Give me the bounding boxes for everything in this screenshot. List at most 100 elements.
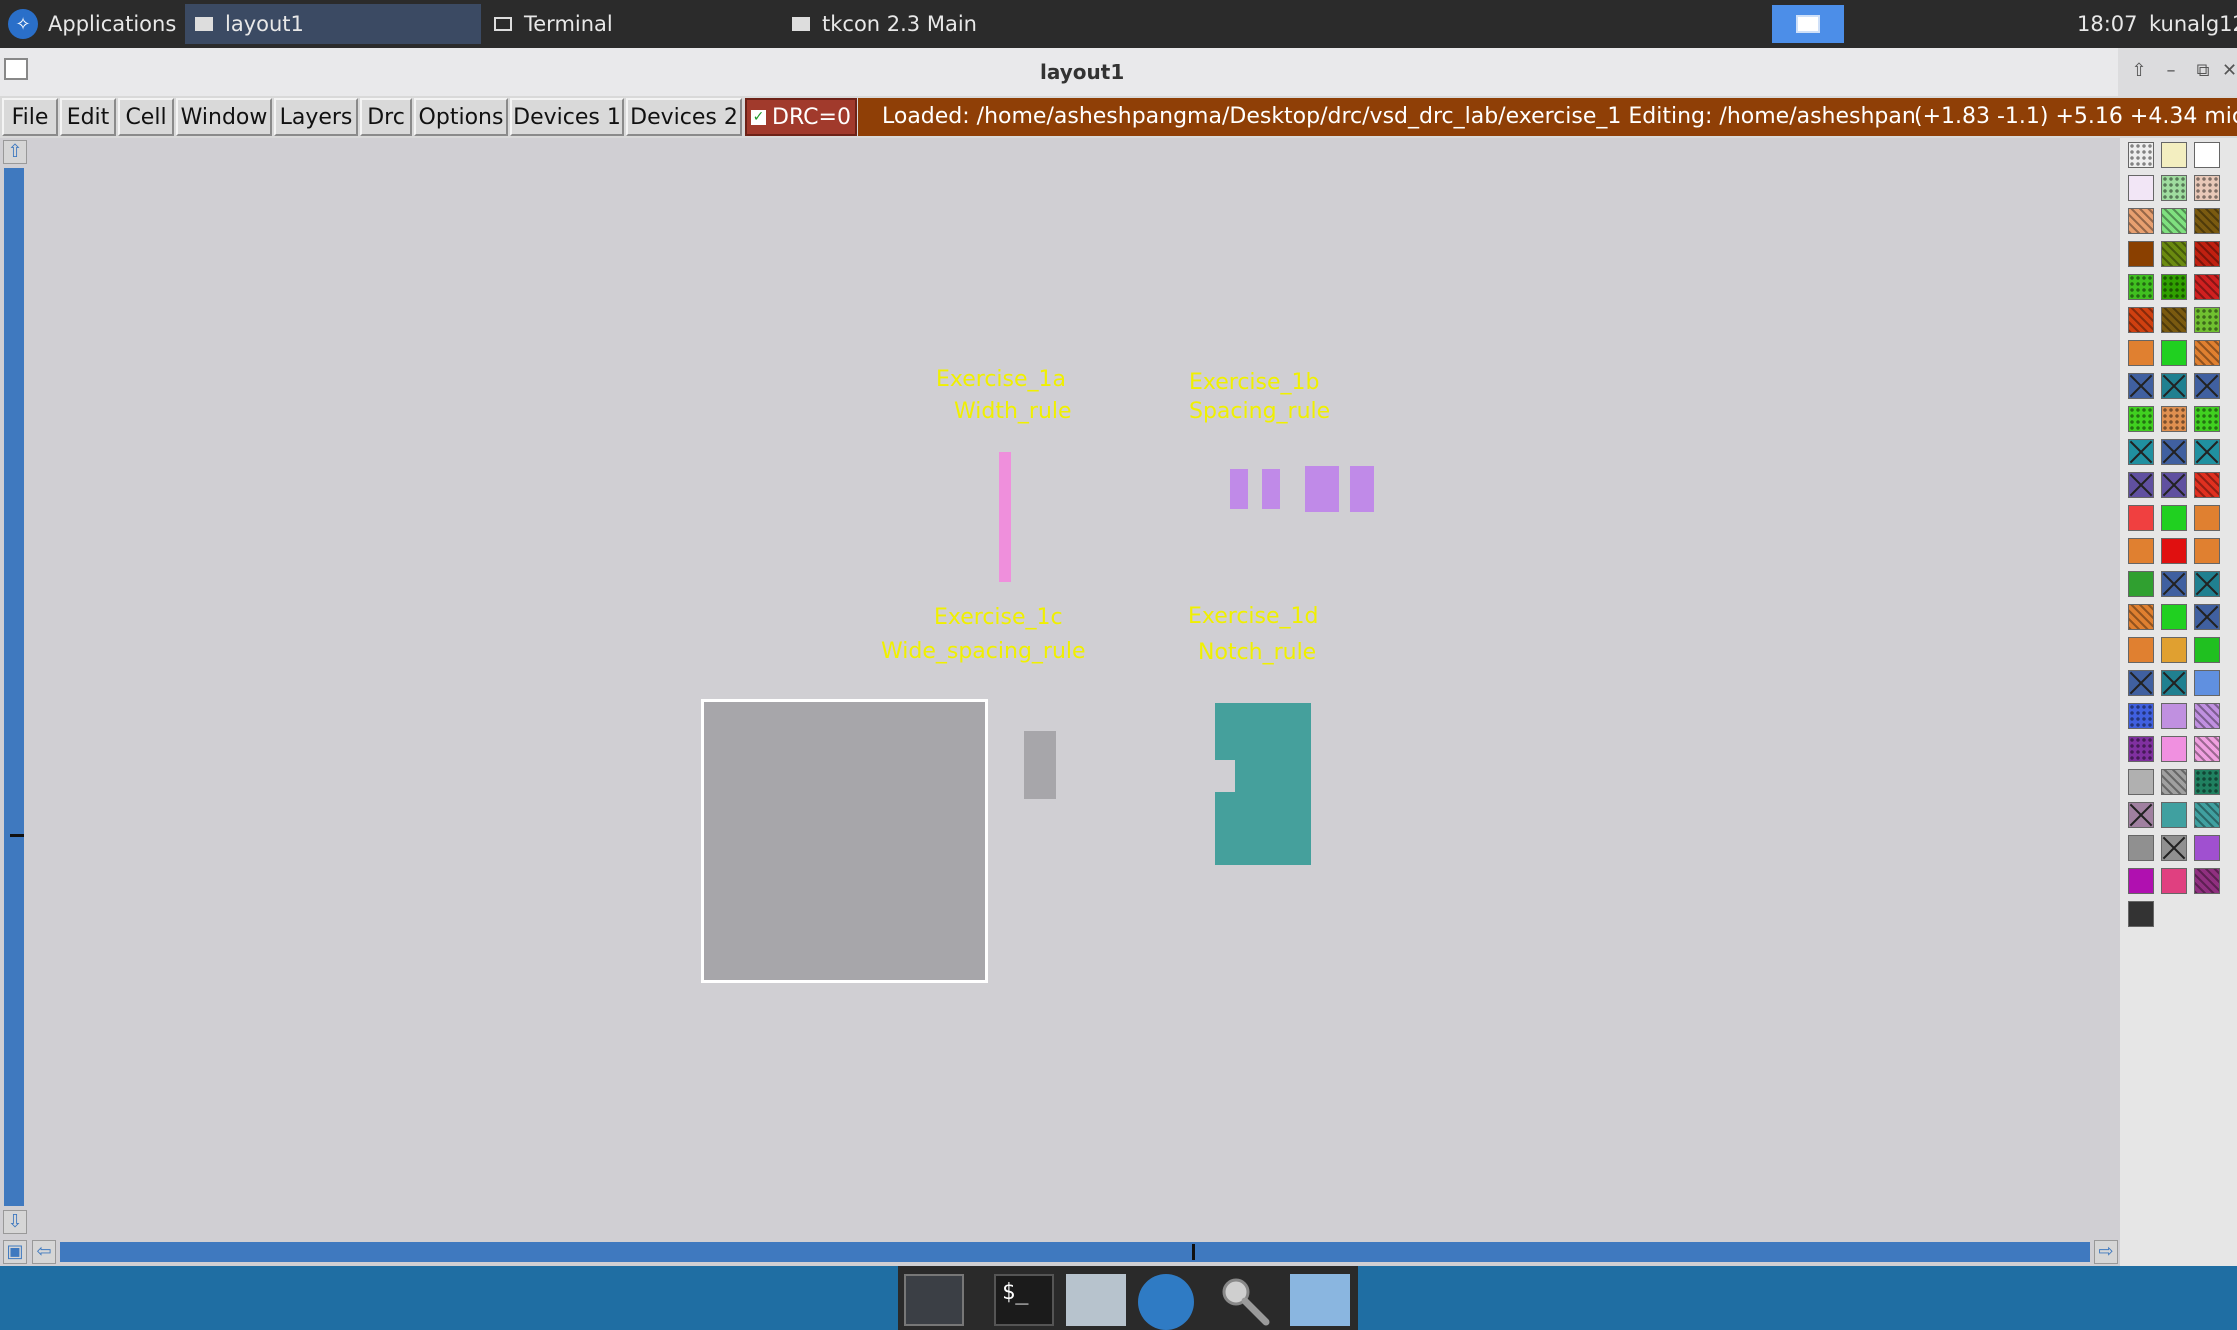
applications-menu-button[interactable]: ✧ Applications: [0, 0, 176, 48]
layer-swatch[interactable]: [2161, 505, 2187, 531]
maximize-icon[interactable]: ⧉: [2190, 58, 2216, 84]
zoom-box-icon[interactable]: ▣: [3, 1240, 27, 1264]
layer-swatch[interactable]: [2161, 670, 2187, 696]
layer-swatch[interactable]: [2128, 472, 2154, 498]
spacing-rule-shape-4[interactable]: [1350, 466, 1374, 512]
layer-swatch[interactable]: [2194, 868, 2220, 894]
layer-swatch[interactable]: [2161, 736, 2187, 762]
minimize-icon[interactable]: –: [2158, 58, 2184, 84]
layer-swatch[interactable]: [2128, 307, 2154, 333]
layer-swatch[interactable]: [2161, 406, 2187, 432]
layer-swatch[interactable]: [2194, 208, 2220, 234]
taskbar-item-terminal[interactable]: Terminal: [484, 4, 780, 44]
show-desktop-button[interactable]: [1772, 5, 1844, 43]
layer-swatch[interactable]: [2128, 439, 2154, 465]
layer-swatch[interactable]: [2161, 538, 2187, 564]
folder-icon[interactable]: [1290, 1274, 1350, 1326]
layer-swatch[interactable]: [2194, 670, 2220, 696]
layer-swatch[interactable]: [2194, 703, 2220, 729]
window-menu-icon[interactable]: [4, 58, 28, 80]
layer-swatch[interactable]: [2194, 439, 2220, 465]
menu-edit[interactable]: Edit: [60, 98, 116, 136]
layer-swatch[interactable]: [2194, 736, 2220, 762]
layer-swatch[interactable]: [2128, 142, 2154, 168]
layer-swatch[interactable]: [2161, 835, 2187, 861]
layer-swatch[interactable]: [2161, 373, 2187, 399]
layer-swatch[interactable]: [2128, 901, 2154, 927]
shade-icon[interactable]: ⇧: [2126, 58, 2152, 84]
vertical-scroll-thumb[interactable]: [10, 834, 24, 837]
menu-file[interactable]: File: [2, 98, 58, 136]
clock[interactable]: 18:07: [2077, 0, 2138, 48]
spacing-rule-shape-3[interactable]: [1305, 466, 1339, 512]
layer-swatch[interactable]: [2161, 703, 2187, 729]
layer-swatch[interactable]: [2128, 208, 2154, 234]
menu-layers[interactable]: Layers: [274, 98, 358, 136]
layer-swatch[interactable]: [2161, 142, 2187, 168]
layer-swatch[interactable]: [2161, 472, 2187, 498]
wide-spacing-small-shape[interactable]: [1024, 731, 1056, 799]
layer-swatch[interactable]: [2194, 604, 2220, 630]
menu-drc[interactable]: Drc: [360, 98, 412, 136]
drc-toggle-button[interactable]: ✓ DRC=0: [745, 98, 857, 136]
layer-swatch[interactable]: [2194, 142, 2220, 168]
terminal-icon[interactable]: $_: [994, 1274, 1054, 1326]
layer-swatch[interactable]: [2161, 340, 2187, 366]
horizontal-scroll-thumb[interactable]: [1192, 1244, 1195, 1260]
close-icon[interactable]: ✕: [2222, 58, 2237, 84]
layer-swatch[interactable]: [2128, 538, 2154, 564]
home-folder-icon[interactable]: [1066, 1274, 1126, 1326]
menu-options[interactable]: Options: [414, 98, 508, 136]
layer-swatch[interactable]: [2194, 505, 2220, 531]
layer-swatch[interactable]: [2161, 307, 2187, 333]
layer-swatch[interactable]: [2128, 736, 2154, 762]
layer-swatch[interactable]: [2194, 406, 2220, 432]
layer-swatch[interactable]: [2194, 538, 2220, 564]
layer-swatch[interactable]: [2161, 802, 2187, 828]
taskbar-item-tkcon[interactable]: tkcon 2.3 Main: [782, 4, 1078, 44]
layer-swatch[interactable]: [2128, 868, 2154, 894]
layer-swatch[interactable]: [2194, 175, 2220, 201]
layer-swatch[interactable]: [2161, 604, 2187, 630]
layer-swatch[interactable]: [2194, 307, 2220, 333]
layer-swatch[interactable]: [2194, 571, 2220, 597]
wide-metal-shape[interactable]: [701, 699, 988, 983]
scroll-up-icon[interactable]: ⇧: [3, 140, 27, 164]
vertical-scroll-track[interactable]: [4, 168, 24, 1206]
layer-swatch[interactable]: [2194, 241, 2220, 267]
vertical-scrollbar[interactable]: ⇧ ⇩: [0, 138, 30, 1234]
layer-swatch[interactable]: [2128, 340, 2154, 366]
layer-swatch[interactable]: [2161, 571, 2187, 597]
spacing-rule-shape-2[interactable]: [1262, 469, 1280, 509]
layer-swatch[interactable]: [2194, 802, 2220, 828]
layer-swatch[interactable]: [2194, 637, 2220, 663]
layer-swatch[interactable]: [2128, 571, 2154, 597]
layer-swatch[interactable]: [2161, 274, 2187, 300]
layer-swatch[interactable]: [2161, 868, 2187, 894]
menu-devices-2[interactable]: Devices 2: [626, 98, 742, 136]
scroll-left-icon[interactable]: ⇦: [32, 1240, 56, 1264]
search-icon[interactable]: [1216, 1274, 1276, 1326]
horizontal-scroll-track[interactable]: [60, 1242, 2090, 1262]
layer-swatch[interactable]: [2194, 769, 2220, 795]
layer-swatch[interactable]: [2194, 340, 2220, 366]
width-rule-metal-shape[interactable]: [999, 452, 1011, 582]
menu-devices-1[interactable]: Devices 1: [510, 98, 624, 136]
layer-swatch[interactable]: [2128, 769, 2154, 795]
layer-swatch[interactable]: [2161, 241, 2187, 267]
layer-swatch[interactable]: [2128, 373, 2154, 399]
layer-swatch[interactable]: [2161, 208, 2187, 234]
layer-swatch[interactable]: [2194, 274, 2220, 300]
web-browser-icon[interactable]: [1138, 1274, 1194, 1330]
menu-cell[interactable]: Cell: [118, 98, 174, 136]
scroll-right-icon[interactable]: ⇨: [2094, 1240, 2118, 1264]
horizontal-scrollbar[interactable]: ▣ ⇦ ⇨: [0, 1238, 2120, 1266]
layer-swatch[interactable]: [2161, 175, 2187, 201]
layer-swatch[interactable]: [2128, 274, 2154, 300]
scroll-down-icon[interactable]: ⇩: [3, 1210, 27, 1234]
layer-swatch[interactable]: [2128, 835, 2154, 861]
layout-canvas[interactable]: Exercise_1a Width_rule Exercise_1b Spaci…: [30, 138, 2120, 1238]
layer-swatch[interactable]: [2128, 637, 2154, 663]
layer-swatch[interactable]: [2128, 406, 2154, 432]
taskbar-item-layout1[interactable]: layout1: [185, 4, 481, 44]
